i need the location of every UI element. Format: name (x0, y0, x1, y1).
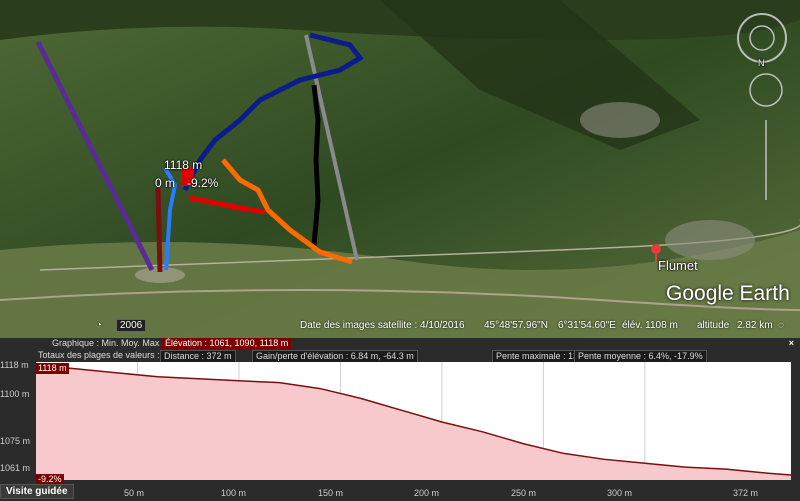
imagery-date: Date des images satellite : 4/10/2016 (300, 320, 465, 331)
longitude: 6°31'54.60"E (558, 320, 616, 331)
x-tick-label: 300 m (607, 488, 633, 498)
route-black[interactable] (311, 84, 321, 246)
marker-zero-label: 0 m (155, 176, 176, 190)
altitude-label: altitude (697, 320, 730, 331)
x-tick-label: 200 m (414, 488, 440, 498)
route-darkred[interactable] (155, 187, 163, 273)
totals-label: Totaux des plages de valeurs : (38, 350, 160, 360)
graph-label: Graphique : Min. Moy. Max (52, 338, 160, 348)
guided-tour-button[interactable]: Visite guidée (0, 484, 74, 499)
graph-row: Graphique : Min. Moy. Max Élévation : 10… (0, 338, 800, 349)
totals-row: Totaux des plages de valeurs : Distance … (0, 350, 800, 363)
y-tick-label: 1118 m (0, 360, 29, 370)
y-tick-label: 1061 m (0, 463, 31, 473)
altitude-value: 2.82 km (737, 320, 773, 331)
x-tick-label: 50 m (124, 488, 145, 498)
historical-imagery-icon[interactable]: ◔ (96, 320, 102, 331)
compass-north-label: N (758, 58, 765, 68)
place-pin-icon[interactable] (651, 244, 661, 254)
elevation-stats[interactable]: Élévation : 1061, 1090, 1118 m (162, 338, 292, 349)
close-icon[interactable]: × (789, 338, 794, 349)
marker-percent-label: -9.2% (187, 176, 219, 190)
elevation-chart[interactable] (36, 362, 791, 480)
x-tick-label: 150 m (318, 488, 344, 498)
latitude: 45°48'57.96"N (484, 320, 548, 331)
google-earth-logo: Google Earth (666, 282, 790, 305)
map-view[interactable]: 1118 m 0 m -9.2% Flumet N Google Earth ◔… (0, 0, 800, 338)
chart-top-flag: 1118 m (36, 363, 69, 374)
imagery-year[interactable]: 2006 (116, 319, 147, 332)
streaming-icon: ◌ (778, 320, 784, 331)
x-tick-label: 250 m (511, 488, 537, 498)
elevation-readout: élév. 1108 m (622, 320, 678, 331)
x-tick-label: 372 m (733, 488, 759, 498)
marker-elevation-label: 1118 m (164, 158, 203, 172)
y-tick-label: 1075 m (0, 436, 31, 446)
x-tick-label: 100 m (221, 488, 247, 498)
place-label-flumet[interactable]: Flumet (658, 258, 698, 273)
y-tick-label: 1100 m (0, 389, 30, 399)
status-bar: ◔ 2006 Date des images satellite : 4/10/… (0, 316, 800, 338)
elevation-profile-panel: Graphique : Min. Moy. Max Élévation : 10… (0, 338, 800, 501)
